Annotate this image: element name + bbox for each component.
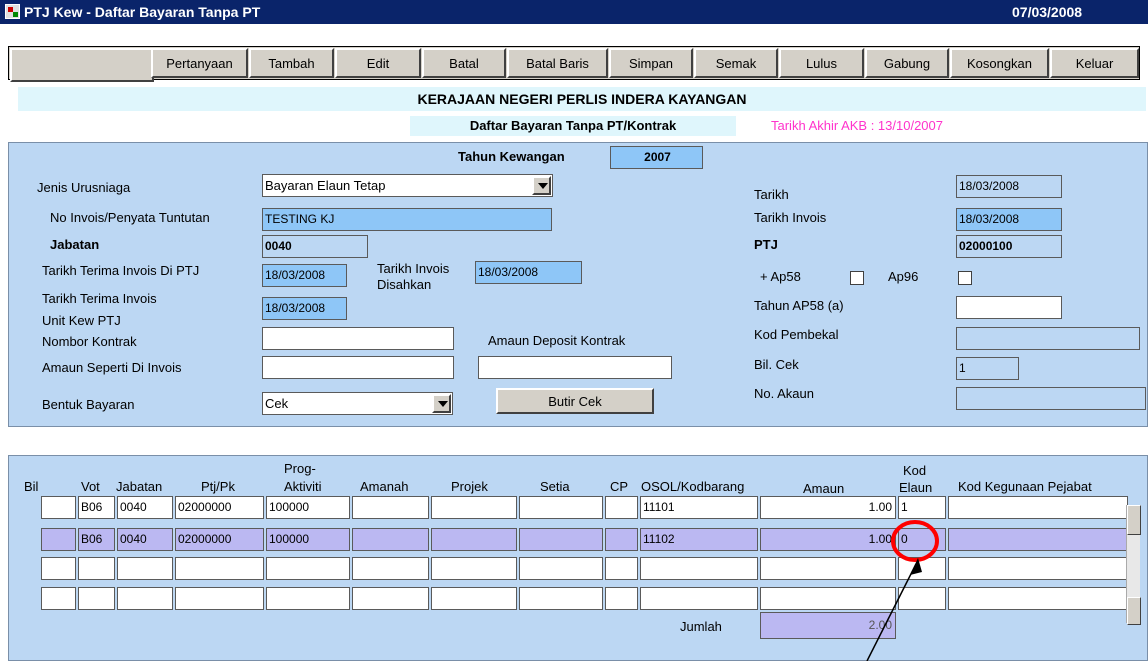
highlight-circle: [891, 520, 939, 562]
annotation-overlay: [866, 520, 939, 661]
arrow-line: [866, 563, 917, 661]
